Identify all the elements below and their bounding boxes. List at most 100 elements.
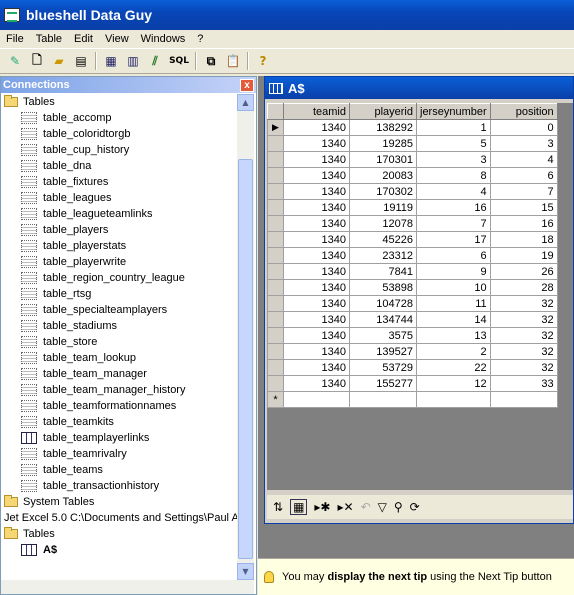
tree-item[interactable]: table_leagueteamlinks	[1, 206, 237, 222]
table-row[interactable]: 1340 7841 9 26	[267, 263, 558, 280]
tree-item[interactable]: A$	[1, 542, 237, 558]
tree-item[interactable]: table_team_manager	[1, 366, 237, 382]
grid-cell[interactable]: 1340	[283, 167, 350, 184]
tree-folder[interactable]: System Tables	[1, 494, 237, 510]
insert-row-icon[interactable]: ▸✱	[314, 500, 330, 514]
grid-cell[interactable]: 18	[489, 231, 558, 248]
row-selector[interactable]	[267, 135, 284, 152]
grid-cell[interactable]: 3	[489, 135, 558, 152]
table-row[interactable]: 1340 3575 13 32	[267, 327, 558, 344]
tree-item[interactable]: table_cup_history	[1, 142, 237, 158]
grid-cell[interactable]: 10	[416, 279, 491, 296]
table-row[interactable]: ▶ 1340 138292 1 0	[267, 119, 558, 136]
grid-cell[interactable]: 9	[416, 263, 491, 280]
tree-item[interactable]: table_teams	[1, 462, 237, 478]
grid-cell[interactable]: 26	[489, 263, 558, 280]
tree-item[interactable]: table_players	[1, 222, 237, 238]
scroll-down-icon[interactable]: ▼	[237, 563, 254, 580]
tree-folder[interactable]: Tables	[1, 526, 237, 542]
tree-item[interactable]: table_stadiums	[1, 318, 237, 334]
grid-cell[interactable]: 6	[416, 247, 491, 264]
grid-cell[interactable]	[489, 391, 558, 408]
grid-cell[interactable]: 155277	[349, 375, 417, 392]
row-selector[interactable]	[267, 263, 284, 280]
tree-item[interactable]: table_leagues	[1, 190, 237, 206]
tree-item[interactable]: table_rtsg	[1, 286, 237, 302]
horizontal-scrollbar[interactable]	[1, 580, 254, 594]
table-edit-icon[interactable]: ▥	[122, 50, 144, 72]
grid-cell[interactable]: 1340	[283, 183, 350, 200]
table-row[interactable]: 1340 23312 6 19	[267, 247, 558, 264]
grid-cell[interactable]: 1	[416, 119, 491, 136]
grid-cell[interactable]: 7	[489, 183, 558, 200]
table-row[interactable]: 1340 134744 14 32	[267, 311, 558, 328]
grid-cell[interactable]: 170301	[349, 151, 417, 168]
grid-cell[interactable]: 4	[489, 151, 558, 168]
grid-cell[interactable]	[349, 391, 417, 408]
tree-item[interactable]: table_specialteamplayers	[1, 302, 237, 318]
grid-cell[interactable]: 33	[489, 375, 558, 392]
grid-cell[interactable]: 32	[489, 359, 558, 376]
grid-cell[interactable]: 8	[416, 167, 491, 184]
sort-icon[interactable]: ⇅	[273, 500, 283, 514]
find-icon[interactable]: ⚲	[394, 500, 403, 514]
menu-view[interactable]: View	[99, 33, 135, 45]
tree-item[interactable]: table_coloridtorgb	[1, 126, 237, 142]
tree-item[interactable]: table_dna	[1, 158, 237, 174]
row-selector[interactable]	[267, 167, 284, 184]
grid-cell[interactable]: 4	[416, 183, 491, 200]
tree-item[interactable]: table_teamkits	[1, 414, 237, 430]
tree-item[interactable]: table_teamrivalry	[1, 446, 237, 462]
undo-icon[interactable]: ↶	[361, 500, 371, 514]
tree-item[interactable]: table_team_manager_history	[1, 382, 237, 398]
row-selector[interactable]	[267, 247, 284, 264]
grid-cell[interactable]: 1340	[283, 135, 350, 152]
grid-cell[interactable]: 19119	[349, 199, 417, 216]
grid-cell[interactable]: 1340	[283, 359, 350, 376]
grid-cell[interactable]: 1340	[283, 343, 350, 360]
table-row[interactable]: 1340 170301 3 4	[267, 151, 558, 168]
row-selector[interactable]	[267, 231, 284, 248]
paste-icon[interactable]: 📋	[222, 50, 244, 72]
table-row[interactable]: 1340 19285 5 3	[267, 135, 558, 152]
row-selector[interactable]	[267, 343, 284, 360]
tree-item[interactable]: table_transactionhistory	[1, 478, 237, 494]
grid-cell[interactable]: 104728	[349, 295, 417, 312]
grid-cell[interactable]: 1340	[283, 231, 350, 248]
menu-file[interactable]: File	[0, 33, 30, 45]
row-selector[interactable]: ▶	[267, 119, 284, 136]
grid-cell[interactable]: 14	[416, 311, 491, 328]
grid-cell[interactable]: 15	[489, 199, 558, 216]
grid-cell[interactable]: 1340	[283, 311, 350, 328]
tree-item[interactable]: table_team_lookup	[1, 350, 237, 366]
grid-view-icon[interactable]: ▦	[290, 499, 308, 515]
column-header[interactable]: playerid	[349, 103, 417, 120]
open-folder-icon[interactable]: ▰	[48, 50, 70, 72]
grid-cell[interactable]: 2	[416, 343, 491, 360]
grid-cell[interactable]: 23312	[349, 247, 417, 264]
tree-connection[interactable]: Jet Excel 5.0 C:\Documents and Settings\…	[1, 510, 237, 526]
filter-icon[interactable]: ▽	[378, 500, 387, 514]
grid-cell[interactable]: 170302	[349, 183, 417, 200]
grid-cell[interactable]: 3575	[349, 327, 417, 344]
table-row[interactable]: 1340 12078 7 16	[267, 215, 558, 232]
grid-cell[interactable]: 32	[489, 295, 558, 312]
copy-icon[interactable]: ⧉	[200, 50, 222, 72]
tree-item[interactable]: table_region_country_league	[1, 270, 237, 286]
new-row-selector[interactable]: *	[267, 391, 284, 408]
grid-cell[interactable]: 17	[416, 231, 491, 248]
grid-cell[interactable]: 5	[416, 135, 491, 152]
grid-cell[interactable]	[416, 391, 491, 408]
grid-cell[interactable]: 16	[416, 199, 491, 216]
tree-item[interactable]: table_teamplayerlinks	[1, 430, 237, 446]
grid-cell[interactable]: 53898	[349, 279, 417, 296]
row-selector[interactable]	[267, 279, 284, 296]
column-header[interactable]: teamid	[283, 103, 350, 120]
grid-cell[interactable]: 12078	[349, 215, 417, 232]
vertical-scrollbar[interactable]: ▲ ▼	[237, 94, 254, 580]
close-icon[interactable]: x	[240, 78, 254, 92]
grid-cell[interactable]: 1340	[283, 199, 350, 216]
grid-cell[interactable]: 139527	[349, 343, 417, 360]
tree-item[interactable]: table_playerwrite	[1, 254, 237, 270]
sql-button[interactable]: SQL	[166, 50, 192, 72]
